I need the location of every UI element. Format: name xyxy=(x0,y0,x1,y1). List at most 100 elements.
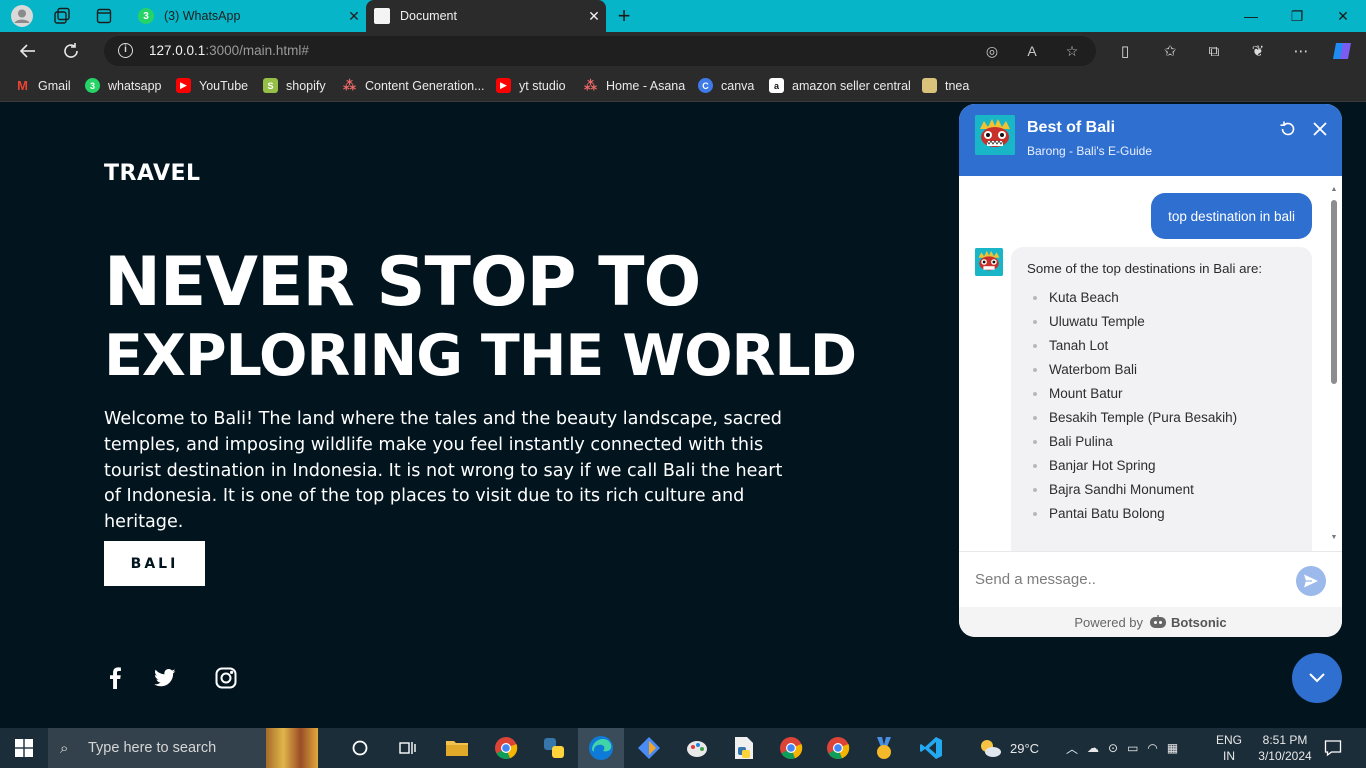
instagram-icon[interactable] xyxy=(215,667,237,689)
botsonic-logo-icon xyxy=(1149,615,1167,629)
python-app-icon[interactable] xyxy=(540,734,568,762)
bookmark-home-asana[interactable]: ⁂ Home - Asana xyxy=(583,78,685,93)
chat-scrollbar[interactable]: ▲ ▼ xyxy=(1330,186,1338,541)
language-indicator[interactable]: ENG IN xyxy=(1216,728,1242,768)
git-tool-icon[interactable] xyxy=(635,734,663,762)
reset-chat-icon[interactable] xyxy=(1276,117,1300,141)
close-tab-icon[interactable]: ✕ xyxy=(342,8,366,25)
favorites-icon[interactable]: ✩ xyxy=(1159,40,1181,62)
bookmark-gmail[interactable]: M Gmail xyxy=(15,78,71,93)
search-placeholder: Type here to search xyxy=(88,740,217,756)
bookmark-youtube[interactable]: ▶ YouTube xyxy=(176,78,248,93)
extensions-icon[interactable]: ❦ xyxy=(1247,40,1269,62)
list-item: Pantai Batu Bolong xyxy=(1033,502,1296,526)
scroll-up-icon[interactable]: ▲ xyxy=(1330,186,1338,193)
bookmark-tnea[interactable]: tnea xyxy=(922,78,969,93)
refresh-button[interactable] xyxy=(57,37,85,65)
hero-heading-line-1: NEVER STOP TO xyxy=(104,243,701,322)
whatsapp-icon: 3 xyxy=(138,8,154,24)
powered-by-brand[interactable]: Botsonic xyxy=(1171,615,1227,630)
workspaces-icon[interactable] xyxy=(51,5,73,27)
bookmark-shopify[interactable]: Sshopify xyxy=(263,78,326,93)
back-button[interactable] xyxy=(14,37,42,65)
site-brand[interactable]: TRAVEL xyxy=(104,161,201,186)
clock[interactable]: 8:51 PM 3/10/2024 xyxy=(1252,728,1318,768)
file-explorer-icon[interactable] xyxy=(443,734,471,762)
tab-whatsapp[interactable]: 3 (3) WhatsApp ✕ xyxy=(130,0,366,32)
collections-icon[interactable]: ⧉ xyxy=(1203,40,1225,62)
list-item: Mount Batur xyxy=(1033,382,1296,406)
destination-list: Kuta Beach Uluwatu Temple Tanah Lot Wate… xyxy=(1027,286,1296,526)
more-menu-icon[interactable]: ⋯ xyxy=(1290,40,1312,62)
edge-icon[interactable] xyxy=(578,728,624,768)
chrome-alt-icon[interactable] xyxy=(824,734,852,762)
canva-icon: C xyxy=(698,78,713,93)
barong-avatar-icon xyxy=(975,248,1003,276)
twitter-icon[interactable] xyxy=(154,667,176,689)
scrollbar-thumb[interactable] xyxy=(1331,200,1337,384)
search-highlight-image[interactable] xyxy=(266,728,318,768)
whatsapp-icon: 3 xyxy=(85,78,100,93)
read-aloud-icon[interactable]: A xyxy=(1022,41,1042,61)
paint-app-icon[interactable] xyxy=(683,734,711,762)
start-button[interactable] xyxy=(0,728,48,768)
vscode-icon[interactable] xyxy=(917,734,945,762)
search-icon: ⌕ xyxy=(60,739,69,757)
bot-message-lead: Some of the top destinations in Bali are… xyxy=(1027,261,1263,276)
message-input[interactable] xyxy=(975,564,1285,594)
keyboard-icon[interactable]: ▦ xyxy=(1167,741,1187,755)
chatbot-title: Best of Bali xyxy=(1027,119,1116,136)
chrome-profile-icon[interactable] xyxy=(777,734,805,762)
weather-widget[interactable]: 29°C xyxy=(978,728,1039,768)
close-window-button[interactable]: ✕ xyxy=(1320,0,1366,32)
bookmark-whatsapp[interactable]: 3 whatsapp xyxy=(85,78,162,93)
chatbot-window: Best of Bali Barong - Bali's E-Guide top… xyxy=(959,104,1342,637)
list-item: Bali Pulina xyxy=(1033,430,1296,454)
location-icon[interactable]: ◎ xyxy=(982,41,1002,61)
notifications-icon[interactable] xyxy=(1324,728,1342,768)
youtube-icon: ▶ xyxy=(176,78,191,93)
close-chat-icon[interactable] xyxy=(1308,117,1332,141)
bookmark-canva[interactable]: Ccanva xyxy=(698,78,754,93)
copilot-icon[interactable] xyxy=(1331,40,1353,62)
python-file-icon[interactable] xyxy=(730,734,758,762)
tab-actions-icon[interactable] xyxy=(93,5,115,27)
favorite-star-icon[interactable]: ☆ xyxy=(1062,41,1082,61)
new-tab-button[interactable]: + xyxy=(612,3,636,29)
close-tab-icon[interactable]: ✕ xyxy=(582,8,606,25)
medal-app-icon[interactable] xyxy=(870,734,898,762)
bali-button[interactable]: BALI xyxy=(104,541,205,586)
tnea-icon xyxy=(922,78,937,93)
chatbot-subtitle: Barong - Bali's E-Guide xyxy=(1027,144,1153,158)
facebook-icon[interactable] xyxy=(104,667,126,689)
clock-date: 3/10/2024 xyxy=(1258,749,1312,763)
profile-avatar-icon[interactable] xyxy=(11,5,33,27)
battery-icon[interactable]: ▭ xyxy=(1127,741,1147,755)
chat-toggle-button[interactable] xyxy=(1292,653,1342,703)
bookmark-amazon-seller-central[interactable]: a amazon seller central xyxy=(769,78,911,93)
scroll-down-icon[interactable]: ▼ xyxy=(1330,534,1338,541)
minimize-button[interactable]: — xyxy=(1228,0,1274,32)
cortana-icon[interactable] xyxy=(346,734,374,762)
chatbot-header: Best of Bali Barong - Bali's E-Guide xyxy=(959,104,1342,176)
meet-now-icon[interactable]: ⊙ xyxy=(1108,741,1127,755)
chrome-icon[interactable] xyxy=(492,734,520,762)
weather-icon xyxy=(978,738,1002,758)
bookmark-content-generation[interactable]: ⁂ Content Generation... xyxy=(342,78,485,93)
bookmark-yt-studio[interactable]: ▶ yt studio xyxy=(496,78,566,93)
onedrive-icon[interactable]: ☁ xyxy=(1087,741,1108,755)
list-item: Bajra Sandhi Monument xyxy=(1033,478,1296,502)
split-screen-icon[interactable]: ▯ xyxy=(1114,40,1136,62)
send-button[interactable] xyxy=(1296,566,1326,596)
system-tray-icons[interactable]: ︿ ☁ ⊙ ▭ ◠ ▦ xyxy=(1066,728,1187,768)
show-hidden-icons-icon[interactable]: ︿ xyxy=(1066,740,1087,757)
task-view-icon[interactable] xyxy=(394,734,422,762)
url-text: 127.0.0.1:3000/main.html# xyxy=(149,43,309,58)
user-message: top destination in bali xyxy=(1151,193,1312,239)
wifi-icon[interactable]: ◠ xyxy=(1147,741,1166,755)
restore-button[interactable]: ❐ xyxy=(1274,0,1320,32)
hero-heading-line-2: EXPLORING THE WORLD xyxy=(104,323,857,389)
tab-document[interactable]: Document ✕ xyxy=(366,0,606,32)
address-bar[interactable]: i 127.0.0.1:3000/main.html# ◎ A ☆ xyxy=(104,36,1096,66)
site-info-icon[interactable]: i xyxy=(118,43,133,58)
